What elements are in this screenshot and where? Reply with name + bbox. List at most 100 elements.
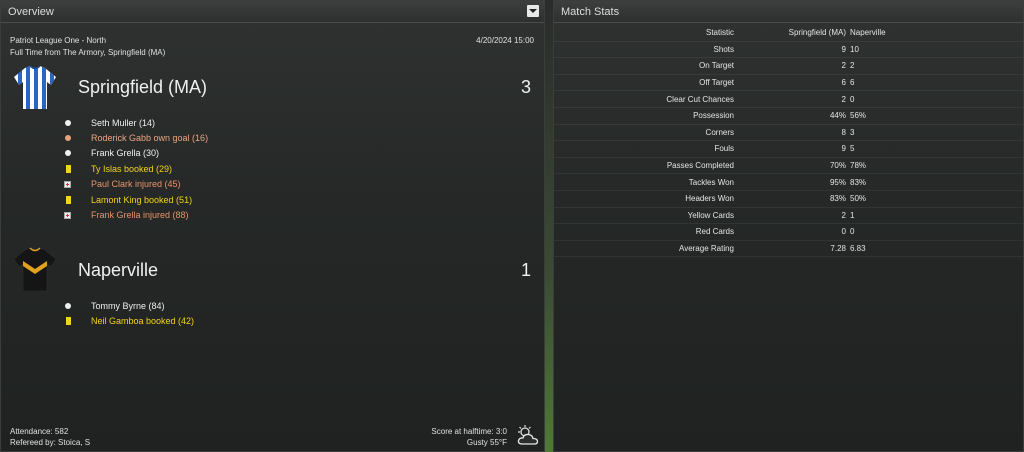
stat-home-value: 2 bbox=[841, 94, 846, 104]
own-goal-ball-icon bbox=[65, 135, 71, 142]
injury-icon bbox=[64, 180, 71, 188]
stat-away-value: 6.83 bbox=[850, 244, 866, 254]
home-team-name[interactable]: Springfield (MA) bbox=[78, 77, 207, 98]
overview-header: Overview bbox=[1, 1, 544, 23]
stat-home-value: 9 bbox=[841, 44, 846, 54]
event-text[interactable]: Frank Grella injured (88) bbox=[91, 210, 189, 220]
event-text[interactable]: Roderick Gabb own goal (16) bbox=[91, 133, 208, 143]
list-item: Tommy Byrne (84) bbox=[64, 298, 194, 313]
table-row: Red Cards 0 0 bbox=[554, 224, 1023, 241]
event-text[interactable]: Neil Gamboa booked (42) bbox=[91, 316, 194, 326]
stat-label: Average Rating bbox=[679, 244, 734, 254]
stat-home-value: 2 bbox=[841, 210, 846, 220]
stat-away-value: 56% bbox=[850, 111, 867, 121]
injury-icon bbox=[64, 211, 71, 219]
stat-away-value: 3 bbox=[850, 127, 855, 137]
stat-home-value: 9 bbox=[841, 144, 846, 154]
stat-label: Fouls bbox=[714, 144, 734, 154]
table-row: Yellow Cards 2 1 bbox=[554, 208, 1023, 225]
goal-ball-icon bbox=[65, 302, 71, 309]
stat-away-value: 1 bbox=[850, 210, 855, 220]
column-header-statistic: Statistic bbox=[705, 28, 734, 38]
table-row: Clear Cut Chances 2 0 bbox=[554, 91, 1023, 108]
goal-ball-icon bbox=[65, 150, 71, 157]
stat-away-value: 0 bbox=[850, 227, 855, 237]
table-row: Passes Completed 70% 78% bbox=[554, 158, 1023, 175]
match-stats-title: Match Stats bbox=[561, 6, 620, 18]
list-item: Frank Grella (30) bbox=[64, 146, 208, 161]
list-item: Ty Islas booked (29) bbox=[64, 161, 208, 176]
stat-label: Passes Completed bbox=[666, 161, 734, 171]
home-events-list: Seth Muller (14) Roderick Gabb own goal … bbox=[64, 115, 208, 223]
panel-divider[interactable] bbox=[545, 0, 553, 452]
stat-away-value: 5 bbox=[850, 144, 855, 154]
event-text[interactable]: Tommy Byrne (84) bbox=[91, 301, 165, 311]
event-text[interactable]: Ty Islas booked (29) bbox=[91, 164, 172, 174]
stat-home-value: 8 bbox=[841, 127, 846, 137]
stat-home-value: 95% bbox=[829, 177, 846, 187]
goal-ball-icon bbox=[65, 119, 71, 126]
stat-away-value: 0 bbox=[850, 94, 855, 104]
stat-away-value: 10 bbox=[850, 44, 859, 54]
list-item: Lamont King booked (51) bbox=[64, 192, 208, 207]
halftime-score: Score at halftime: 3:0 bbox=[431, 427, 507, 436]
table-row: Average Rating 7.28 6.83 bbox=[554, 241, 1023, 258]
table-row: Corners 8 3 bbox=[554, 125, 1023, 142]
referee: Refereed by: Stoica, S bbox=[10, 438, 91, 447]
table-row: On Target 2 2 bbox=[554, 58, 1023, 75]
stat-label: Possession bbox=[693, 111, 734, 121]
overview-panel: Overview Patriot League One - North 4/20… bbox=[0, 0, 545, 452]
stat-label: Shots bbox=[713, 44, 734, 54]
dropdown-icon[interactable] bbox=[527, 5, 539, 17]
event-text[interactable]: Frank Grella (30) bbox=[91, 148, 159, 158]
table-row: Headers Won 83% 50% bbox=[554, 191, 1023, 208]
home-score: 3 bbox=[520, 77, 531, 97]
list-item: Neil Gamboa booked (42) bbox=[64, 313, 194, 328]
column-header-home[interactable]: Springfield (MA) bbox=[734, 28, 849, 37]
stat-away-value: 83% bbox=[850, 177, 867, 187]
stat-away-value: 6 bbox=[850, 78, 855, 88]
competition-name: Patriot League One - North bbox=[10, 36, 107, 45]
column-header-away[interactable]: Naperville bbox=[849, 28, 909, 37]
table-row: Fouls 9 5 bbox=[554, 141, 1023, 158]
stat-away-value: 78% bbox=[850, 161, 867, 171]
stat-home-value: 0 bbox=[841, 227, 846, 237]
stat-label: Off Target bbox=[699, 78, 734, 88]
event-text[interactable]: Paul Clark injured (45) bbox=[91, 179, 181, 189]
stat-label: Headers Won bbox=[685, 194, 734, 204]
yellow-card-icon bbox=[66, 164, 71, 173]
match-stats-header: Match Stats bbox=[554, 1, 1023, 23]
yellow-card-icon bbox=[66, 317, 71, 326]
yellow-card-icon bbox=[66, 195, 71, 204]
event-text[interactable]: Seth Muller (14) bbox=[91, 118, 155, 128]
stat-label: Yellow Cards bbox=[687, 210, 734, 220]
stat-home-value: 70% bbox=[829, 161, 846, 171]
stat-home-value: 83% bbox=[829, 194, 846, 204]
attendance: Attendance: 582 bbox=[10, 427, 69, 436]
overview-title: Overview bbox=[8, 6, 54, 18]
weather-text: Gusty 55°F bbox=[466, 438, 507, 447]
away-team-name[interactable]: Naperville bbox=[78, 260, 158, 281]
away-events-list: Tommy Byrne (84) Neil Gamboa booked (42) bbox=[64, 298, 194, 329]
match-datetime: 4/20/2024 15:00 bbox=[476, 36, 534, 45]
stat-home-value: 44% bbox=[829, 111, 846, 121]
match-stats-panel: Match Stats Statistic Springfield (MA) N… bbox=[553, 0, 1024, 452]
table-header-row: Statistic Springfield (MA) Naperville bbox=[554, 25, 1023, 42]
away-score: 1 bbox=[520, 260, 531, 280]
event-text[interactable]: Lamont King booked (51) bbox=[91, 195, 192, 205]
stats-table: Statistic Springfield (MA) Naperville Sh… bbox=[554, 25, 1023, 258]
cloud-sun-icon bbox=[517, 425, 539, 445]
away-kit-icon bbox=[13, 247, 57, 292]
table-row: Possession 44% 56% bbox=[554, 108, 1023, 125]
table-row: Shots 9 10 bbox=[554, 42, 1023, 59]
stat-away-value: 2 bbox=[850, 61, 855, 71]
home-kit-icon bbox=[14, 65, 56, 109]
stat-label: Clear Cut Chances bbox=[666, 94, 734, 104]
table-row: Off Target 6 6 bbox=[554, 75, 1023, 92]
stat-label: Tackles Won bbox=[688, 177, 734, 187]
stat-home-value: 2 bbox=[841, 61, 846, 71]
stat-label: Red Cards bbox=[695, 227, 734, 237]
stat-home-value: 7.28 bbox=[830, 244, 846, 254]
stat-label: Corners bbox=[705, 127, 734, 137]
list-item: Paul Clark injured (45) bbox=[64, 177, 208, 192]
